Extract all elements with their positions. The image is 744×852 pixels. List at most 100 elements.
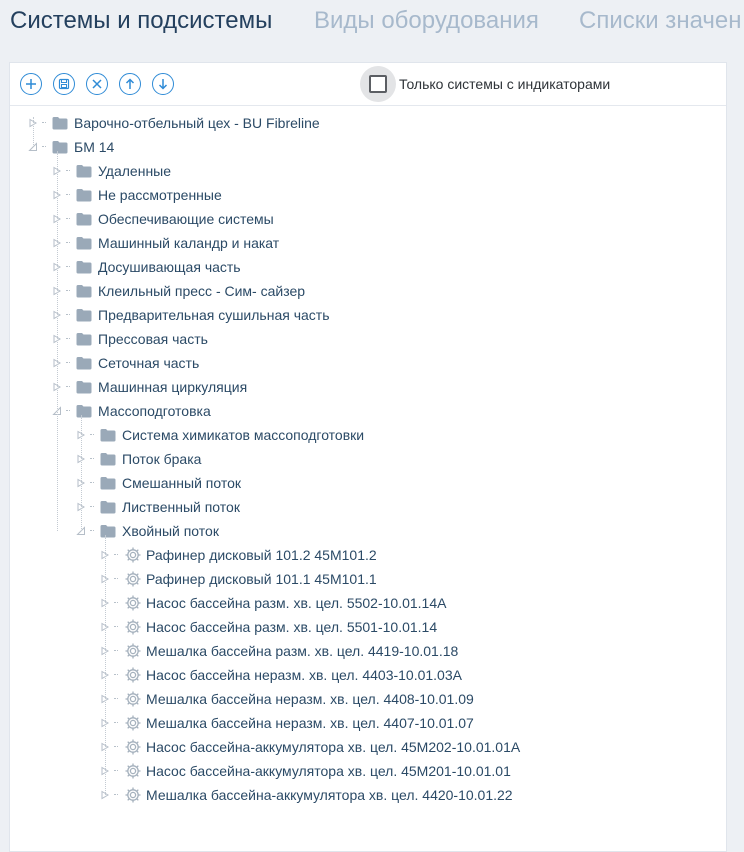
tree-folder-node[interactable]: Досушивающая часть [52, 255, 241, 279]
tab-bar: Системы и подсистемы Виды оборудования С… [0, 0, 744, 48]
tree-connector [42, 146, 46, 148]
tree-equipment-node[interactable]: Насос бассейна разм. хв. цел. 5501-10.01… [100, 615, 437, 639]
tree-equipment-node[interactable]: Мешалка бассейна неразм. хв. цел. 4408-1… [100, 687, 474, 711]
collapsed-caret-icon[interactable] [100, 573, 112, 585]
tree-folder-node[interactable]: Лиственный поток [76, 495, 240, 519]
collapsed-caret-icon[interactable] [100, 741, 112, 753]
tab-equipment-types[interactable]: Виды оборудования [314, 6, 539, 36]
gear-icon [124, 546, 142, 564]
tree-folder-node[interactable]: Клеильный пресс - Сим- сайзер [52, 279, 305, 303]
collapsed-caret-icon[interactable] [100, 765, 112, 777]
collapsed-caret-icon[interactable] [76, 477, 88, 489]
tree-node-label: Насос бассейна неразм. хв. цел. 4403-10.… [146, 667, 462, 683]
collapsed-caret-icon[interactable] [100, 597, 112, 609]
tab-systems[interactable]: Системы и подсистемы [10, 6, 272, 36]
tree-equipment-node[interactable]: Насос бассейна неразм. хв. цел. 4403-10.… [100, 663, 462, 687]
collapsed-caret-icon[interactable] [76, 501, 88, 513]
move-down-button[interactable] [152, 73, 174, 95]
tree-node-label: Досушивающая часть [98, 259, 241, 275]
move-up-button[interactable] [119, 73, 141, 95]
collapsed-caret-icon[interactable] [52, 237, 64, 249]
tree-guide-line [33, 117, 34, 145]
tree-folder-node[interactable]: Смешанный поток [76, 471, 241, 495]
tree-node-label: Клеильный пресс - Сим- сайзер [98, 283, 306, 299]
collapsed-caret-icon[interactable] [100, 693, 112, 705]
tree-connector [114, 578, 118, 580]
delete-button[interactable] [86, 73, 108, 95]
tree-connector [90, 482, 94, 484]
save-button[interactable] [53, 73, 75, 95]
collapsed-caret-icon[interactable] [100, 621, 112, 633]
folder-icon [100, 500, 116, 514]
tree-equipment-node[interactable]: Мешалка бассейна неразм. хв. цел. 4407-1… [100, 711, 474, 735]
folder-icon [76, 284, 92, 298]
tree-connector [114, 770, 118, 772]
tree-folder-node[interactable]: Прессовая часть [52, 327, 208, 351]
tree-equipment-node[interactable]: Рафинер дисковый 101.1 45M101.1 [100, 567, 377, 591]
folder-icon [100, 452, 116, 466]
expanded-caret-icon[interactable] [52, 405, 64, 417]
gear-icon [124, 570, 142, 588]
collapsed-caret-icon[interactable] [52, 213, 64, 225]
checkbox-box[interactable] [369, 75, 387, 93]
tree-folder-node[interactable]: Система химикатов массоподготовки [76, 423, 364, 447]
tree-folder-node[interactable]: Машинная циркуляция [52, 375, 247, 399]
collapsed-caret-icon[interactable] [52, 261, 64, 273]
collapsed-caret-icon[interactable] [100, 549, 112, 561]
collapsed-caret-icon[interactable] [100, 717, 112, 729]
tree-node-label: Насос бассейна-аккумулятора хв. цел. 45M… [146, 763, 511, 779]
collapsed-caret-icon[interactable] [52, 381, 64, 393]
tree-folder-node[interactable]: Варочно-отбельный цех - BU Fibreline [28, 111, 320, 135]
tree-connector [90, 530, 94, 532]
tree-folder-node[interactable]: Обеспечивающие системы [52, 207, 274, 231]
expanded-caret-icon[interactable] [76, 525, 88, 537]
tree-equipment-node[interactable]: Мешалка бассейна разм. хв. цел. 4419-10.… [100, 639, 458, 663]
folder-icon [52, 140, 68, 154]
close-icon [92, 79, 102, 89]
tab-value-lists[interactable]: Списки значен [579, 6, 742, 36]
tree-folder-node[interactable]: Не рассмотренные [52, 183, 222, 207]
collapsed-caret-icon[interactable] [52, 189, 64, 201]
tree-folder-node[interactable]: Поток брака [76, 447, 201, 471]
collapsed-caret-icon[interactable] [76, 453, 88, 465]
tree-connector [66, 314, 70, 316]
tree-folder-node[interactable]: Машинный каландр и накат [52, 231, 279, 255]
gear-icon [124, 738, 142, 756]
collapsed-caret-icon[interactable] [100, 789, 112, 801]
collapsed-caret-icon[interactable] [28, 117, 40, 129]
tree-equipment-node[interactable]: Мешалка бассейна-аккумулятора хв. цел. 4… [100, 783, 513, 807]
expanded-caret-icon[interactable] [28, 141, 40, 153]
tree-connector [114, 722, 118, 724]
collapsed-caret-icon[interactable] [52, 285, 64, 297]
indicator-filter-checkbox[interactable] [360, 66, 396, 102]
collapsed-caret-icon[interactable] [52, 357, 64, 369]
tree-folder-node[interactable]: Хвойный поток [76, 519, 219, 543]
collapsed-caret-icon[interactable] [100, 645, 112, 657]
collapsed-caret-icon[interactable] [52, 309, 64, 321]
collapsed-caret-icon[interactable] [100, 669, 112, 681]
collapsed-caret-icon[interactable] [52, 333, 64, 345]
tree-node-label: Варочно-отбельный цех - BU Fibreline [74, 115, 320, 131]
collapsed-caret-icon[interactable] [52, 165, 64, 177]
folder-icon [100, 476, 116, 490]
arrow-up-icon [125, 78, 135, 89]
collapsed-caret-icon[interactable] [76, 429, 88, 441]
tree-node-label: Предварительная сушильная часть [98, 307, 330, 323]
tree-folder-node[interactable]: Удаленные [52, 159, 171, 183]
tree-equipment-node[interactable]: Насос бассейна-аккумулятора хв. цел. 45M… [100, 735, 520, 759]
tree-equipment-node[interactable]: Рафинер дисковый 101.2 45M101.2 [100, 543, 377, 567]
tree-folder-node[interactable]: Массоподготовка [52, 399, 211, 423]
tree-equipment-node[interactable]: Насос бассейна-аккумулятора хв. цел. 45M… [100, 759, 511, 783]
tree-folder-node[interactable]: БМ 14 [28, 135, 114, 159]
tree-connector [114, 554, 118, 556]
tree-folder-node[interactable]: Предварительная сушильная часть [52, 303, 330, 327]
tree-connector [66, 194, 70, 196]
gear-icon [124, 714, 142, 732]
tree-connector [114, 626, 118, 628]
tree-connector [90, 506, 94, 508]
tree-folder-node[interactable]: Сеточная часть [52, 351, 199, 375]
tree-equipment-node[interactable]: Насос бассейна разм. хв. цел. 5502-10.01… [100, 591, 446, 615]
folder-icon [52, 116, 68, 130]
add-button[interactable] [20, 73, 42, 95]
tree-node-label: Насос бассейна разм. хв. цел. 5502-10.01… [146, 595, 447, 611]
